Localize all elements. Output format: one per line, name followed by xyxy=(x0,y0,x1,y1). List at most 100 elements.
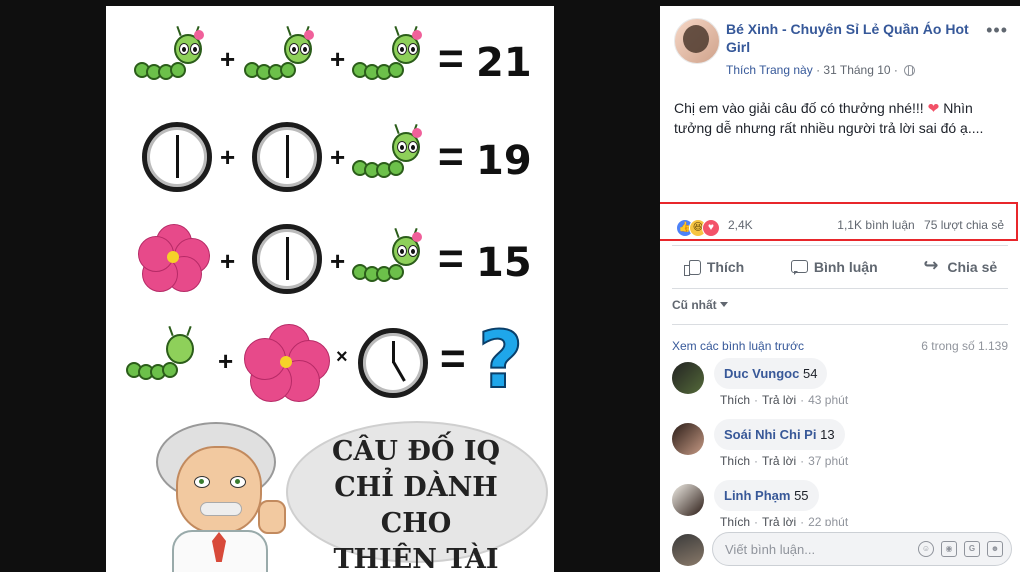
comment-icon xyxy=(790,259,808,275)
engagement-stats: 1,1K bình luận 75 lượt chia sẻ xyxy=(831,218,1004,232)
commenter-name[interactable]: Duc Vungoc xyxy=(724,366,799,381)
comment-bubble: Duc Vungoc 54 xyxy=(714,358,828,389)
comment-item: Duc Vungoc 54 Thích · Trả lời · 43 phút xyxy=(672,358,1008,418)
divider xyxy=(672,324,1008,325)
like-button[interactable]: Thích xyxy=(683,259,745,276)
comment-reply-link[interactable]: Trả lời xyxy=(762,454,796,468)
plus-operator: + xyxy=(330,142,346,172)
sticker-icon[interactable]: ☻ xyxy=(987,541,1003,557)
puzzle-row-1: + + = 21 xyxy=(106,14,554,104)
caret-down-icon xyxy=(719,302,728,307)
heart-emoji-icon: ❤ xyxy=(927,100,940,116)
comment-text: 55 xyxy=(794,488,809,503)
share-button[interactable]: Chia sẻ xyxy=(923,255,998,276)
caption-line: THIÊN TÀI xyxy=(333,544,499,572)
like-page-link[interactable]: Thích Trang này xyxy=(726,63,813,77)
comment-like-link[interactable]: Thích xyxy=(720,454,750,468)
result-value: 21 xyxy=(476,40,532,86)
post-text-part: Chị em vào giải câu đố có thưởng nhé!!! xyxy=(674,100,924,116)
composer-icons: ☺ ◉ G ☻ xyxy=(918,541,1003,557)
plus-operator: + xyxy=(218,346,234,376)
reaction-count[interactable]: 2,4K xyxy=(728,218,753,232)
equals-operator: = xyxy=(438,34,464,83)
avatar[interactable] xyxy=(672,484,704,516)
page-avatar[interactable] xyxy=(674,18,720,64)
comment-time[interactable]: 37 phút xyxy=(808,454,848,468)
comment-text: 13 xyxy=(820,427,835,442)
commenter-name[interactable]: Soái Nhi Chi Pi xyxy=(724,427,816,442)
einstein-illustration xyxy=(154,416,286,572)
avatar[interactable] xyxy=(672,534,704,566)
comment-composer: ☺ ◉ G ☻ xyxy=(660,526,1020,572)
caterpillar-icon xyxy=(352,123,430,182)
comment-button[interactable]: Bình luận xyxy=(790,259,878,275)
clock-icon xyxy=(142,122,212,192)
divider xyxy=(672,245,1008,246)
puzzle-row-4: + × = ? xyxy=(106,315,554,408)
thumb-icon xyxy=(683,259,701,276)
plus-operator: + xyxy=(220,246,236,276)
post-actions: Thích Bình luận Chia sẻ xyxy=(660,250,1020,284)
like-label: Thích xyxy=(706,259,745,275)
comment-label: Bình luận xyxy=(813,259,878,275)
meta-separator: · xyxy=(816,63,821,77)
caterpillar-icon xyxy=(352,25,430,84)
clock-icon xyxy=(358,328,428,398)
equals-operator: = xyxy=(440,334,466,383)
question-mark: ? xyxy=(477,315,524,407)
caterpillar-icon xyxy=(126,325,204,384)
puzzle-row-2: + + = 19 xyxy=(106,114,554,204)
more-icon[interactable]: ••• xyxy=(986,20,1008,41)
plus-operator: + xyxy=(220,142,236,172)
comment-input-box[interactable]: ☺ ◉ G ☻ xyxy=(712,532,1012,566)
post-text: Chị em vào giải câu đố có thưởng nhé!!! … xyxy=(674,98,1010,138)
comment-input[interactable] xyxy=(723,541,907,558)
post-sidebar: Bé Xinh - Chuyên Sỉ Lẻ Quần Áo Hot Girl … xyxy=(660,6,1020,572)
plus-operator: + xyxy=(220,44,236,74)
emoji-icon[interactable]: ☺ xyxy=(918,541,934,557)
comment-pagination-count: 6 trong số 1.139 xyxy=(921,339,1008,353)
post-date[interactable]: 31 Tháng 10 xyxy=(823,63,890,77)
divider xyxy=(672,288,1008,289)
comment-sort-dropdown[interactable]: Cũ nhất xyxy=(672,298,728,312)
comment-bubble: Linh Phạm 55 xyxy=(714,480,819,511)
plus-operator: + xyxy=(330,246,346,276)
reaction-icons[interactable]: 👍 😆 ♥ xyxy=(676,217,720,237)
puzzle-row-3: + + = 15 xyxy=(106,218,554,308)
comment-time[interactable]: 43 phút xyxy=(808,393,848,407)
flower-icon xyxy=(138,224,210,292)
equals-operator: = xyxy=(438,234,464,283)
comment-meta: Thích · Trả lời · 43 phút xyxy=(720,393,849,407)
camera-icon[interactable]: ◉ xyxy=(941,541,957,557)
page-name-link[interactable]: Bé Xinh - Chuyên Sỉ Lẻ Quần Áo Hot Girl xyxy=(726,20,986,56)
comment-like-link[interactable]: Thích xyxy=(720,393,750,407)
view-previous-comments-link[interactable]: Xem các bình luận trước xyxy=(672,339,804,353)
post-header: Bé Xinh - Chuyên Sỉ Lẻ Quần Áo Hot Girl … xyxy=(660,6,1020,86)
caterpillar-icon xyxy=(134,25,212,84)
sort-label: Cũ nhất xyxy=(672,298,717,312)
comment-count-link[interactable]: 1,1K bình luận xyxy=(837,218,914,232)
equals-operator: = xyxy=(438,132,464,181)
caption-line: CHỈ DÀNH CHO xyxy=(334,472,498,539)
result-value: 19 xyxy=(476,138,532,184)
share-count-link[interactable]: 75 lượt chia sẻ xyxy=(924,218,1004,232)
multiply-operator: × xyxy=(336,346,348,368)
comment-meta: Thích · Trả lời · 37 phút xyxy=(720,454,849,468)
clock-icon xyxy=(252,122,322,192)
post-photo[interactable]: + + = 21 + + = 19 + + = 15 + × = ? CÂU Đ… xyxy=(106,6,554,572)
comment-text: 54 xyxy=(802,366,818,381)
gif-icon[interactable]: G xyxy=(964,541,980,557)
caterpillar-icon xyxy=(352,227,430,286)
comment-reply-link[interactable]: Trả lời xyxy=(762,393,796,407)
plus-operator: + xyxy=(330,44,346,74)
caterpillar-icon xyxy=(244,25,322,84)
commenter-name[interactable]: Linh Phạm xyxy=(724,488,790,503)
share-label: Chia sẻ xyxy=(947,259,998,275)
puzzle-caption: CÂU ĐỐ IQ CHỈ DÀNH CHO THIÊN TÀI xyxy=(296,434,536,572)
avatar[interactable] xyxy=(672,362,704,394)
avatar[interactable] xyxy=(672,423,704,455)
comment-bubble: Soái Nhi Chi Pi 13 xyxy=(714,419,845,450)
result-value: 15 xyxy=(476,240,532,286)
caption-line: CÂU ĐỐ IQ xyxy=(331,436,501,467)
globe-icon xyxy=(904,65,916,76)
